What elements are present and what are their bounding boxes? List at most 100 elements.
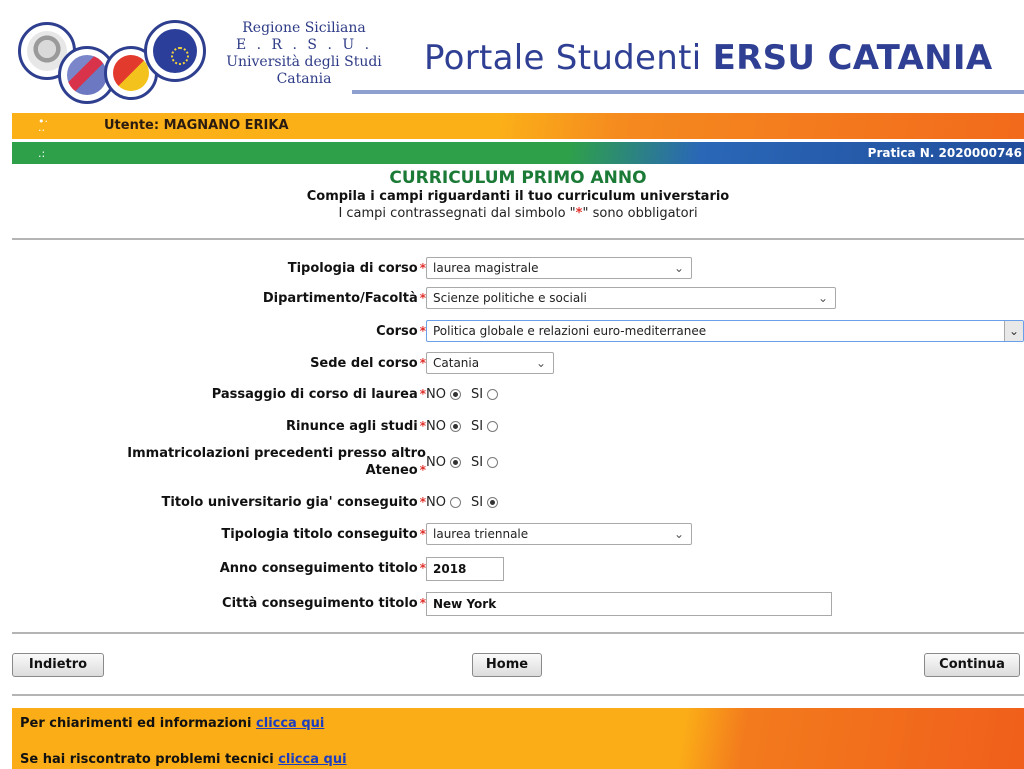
row-immatricolazioni: Immatricolazioni precedenti presso altro…: [12, 443, 1024, 481]
row-sede: Sede del corso * Catania ⌄: [12, 349, 1024, 377]
corso-select[interactable]: Politica globale e relazioni euro-medite…: [426, 320, 1024, 342]
radio-si-label: SI: [470, 454, 484, 470]
pratica-number: Pratica N. 2020000746: [867, 146, 1022, 160]
sede-select[interactable]: Catania ⌄: [426, 352, 554, 374]
label-text: Tipologia titolo conseguito: [221, 526, 418, 542]
label-text: Passaggio di corso di laurea: [211, 386, 418, 402]
row-citta-titolo: Città conseguimento titolo * New York: [12, 589, 1024, 617]
titolo-conseguito-radio-si[interactable]: [487, 496, 499, 508]
passaggio-radio-group: NO SI: [426, 383, 499, 405]
portal-title-prefix: Portale Studenti: [424, 38, 702, 78]
passaggio-radio-si[interactable]: [487, 388, 499, 400]
select-value: Catania: [433, 356, 480, 370]
divider: [12, 238, 1024, 240]
immatricolazioni-label: Immatricolazioni precedenti presso altro…: [66, 443, 426, 481]
radio-si-label: SI: [470, 418, 484, 434]
bar-dots-icon: .:: [38, 147, 46, 160]
immatricolazioni-radio-group: NO SI: [426, 451, 499, 473]
radio-no-label: NO: [426, 386, 446, 402]
divider: [12, 694, 1024, 696]
home-button[interactable]: Home: [472, 653, 542, 677]
row-corso: Corso * Politica globale e relazioni euro…: [12, 317, 1024, 345]
radio-no-label: NO: [426, 418, 446, 434]
dipartimento-select[interactable]: Scienze politiche e sociali ⌄: [426, 287, 836, 309]
passaggio-label: Passaggio di corso di laurea *: [212, 380, 426, 408]
dipartimento-label: Dipartimento/Facoltà *: [263, 284, 426, 312]
tipologia-titolo-label: Tipologia titolo conseguito *: [221, 520, 426, 548]
tech-link[interactable]: clicca qui: [278, 752, 346, 767]
tech-line: Se hai riscontrato problemi tecnici clic…: [20, 752, 347, 767]
rinunce-radio-no[interactable]: [449, 420, 461, 432]
titolo-conseguito-radio-group: NO SI: [426, 491, 499, 513]
page-footer: Per chiarimenti ed informazioni clicca q…: [12, 708, 1024, 769]
chevron-down-icon: ⌄: [535, 356, 546, 370]
rinunce-radio-si[interactable]: [487, 420, 499, 432]
passaggio-radio-no[interactable]: [449, 388, 461, 400]
institution-name: Regione Siciliana E . R . S . U . Univer…: [206, 20, 402, 88]
info-text: Per chiarimenti ed informazioni: [20, 716, 252, 731]
label-text: Dipartimento/Facoltà: [262, 290, 418, 306]
anno-titolo-label: Anno conseguimento titolo *: [220, 554, 426, 582]
select-value: Politica globale e relazioni euro-medite…: [433, 324, 707, 338]
radio-no-label: NO: [426, 494, 446, 510]
institution-line-2: E . R . S . U .: [235, 37, 373, 53]
row-tipologia-corso: Tipologia di corso * laurea magistrale ⌄: [12, 254, 1024, 282]
continue-button[interactable]: Continua: [924, 653, 1020, 677]
select-value: Scienze politiche e sociali: [433, 291, 587, 305]
immatricolazioni-radio-no[interactable]: [449, 456, 461, 468]
info-link[interactable]: clicca qui: [256, 716, 324, 731]
titolo-conseguito-radio-no[interactable]: [449, 496, 461, 508]
divider: [12, 632, 1024, 634]
rinunce-label: Rinunce agli studi *: [286, 412, 426, 440]
bar-dots-icon: •· ··: [38, 115, 48, 137]
tipologia-corso-label: Tipologia di corso *: [288, 254, 426, 282]
label-text-line-1: Immatricolazioni precedenti presso altro: [127, 445, 426, 461]
tech-text: Se hai riscontrato problemi tecnici: [20, 752, 274, 767]
chevron-down-icon: ⌄: [673, 527, 684, 541]
page-subtitle: Compila i campi riguardanti il tuo curri…: [306, 189, 730, 204]
back-button[interactable]: Indietro: [12, 653, 104, 677]
label-text: Anno conseguimento titolo: [219, 560, 418, 576]
radio-si-label: SI: [470, 494, 484, 510]
row-passaggio: Passaggio di corso di laurea * NO SI: [12, 380, 1024, 408]
portal-title-bold: ERSU CATANIA: [712, 38, 993, 78]
row-dipartimento: Dipartimento/Facoltà * Scienze politiche …: [12, 284, 1024, 312]
title-underline: [352, 90, 1024, 94]
tipologia-titolo-select[interactable]: laurea triennale ⌄: [426, 523, 692, 545]
radio-no-label: NO: [426, 454, 446, 470]
citta-titolo-input[interactable]: New York: [426, 592, 832, 616]
select-value: laurea magistrale: [433, 261, 539, 275]
titolo-conseguito-label: Titolo universitario gia' conseguito *: [162, 488, 427, 516]
required-note: I campi contrassegnati dal simbolo "*" s…: [12, 205, 1024, 222]
chevron-down-icon: ⌄: [1004, 321, 1023, 341]
label-text: Città conseguimento titolo: [222, 595, 418, 611]
radio-si-label: SI: [470, 386, 484, 402]
label-text: Rinunce agli studi: [285, 418, 418, 434]
row-rinunce: Rinunce agli studi * NO SI: [12, 412, 1024, 440]
chevron-down-icon: ⌄: [673, 261, 684, 275]
institution-line-3: Università degli Studi: [226, 54, 382, 70]
institution-line-1: Regione Siciliana: [242, 20, 366, 36]
portal-title: Portale Studenti ERSU CATANIA: [424, 38, 992, 78]
page-title: CURRICULUM PRIMO ANNO: [389, 168, 647, 188]
institution-line-4: Catania: [276, 71, 332, 87]
page-header: Regione Siciliana E . R . S . U . Univer…: [0, 0, 1024, 112]
row-anno-titolo: Anno conseguimento titolo * 2018: [12, 554, 1024, 582]
label-text: Corso: [376, 323, 418, 339]
immatricolazioni-radio-si[interactable]: [487, 456, 499, 468]
row-titolo-conseguito: Titolo universitario gia' conseguito * NO…: [12, 488, 1024, 516]
tipologia-corso-select[interactable]: laurea magistrale ⌄: [426, 257, 692, 279]
required-note-before: I campi contrassegnati dal simbolo ": [338, 206, 576, 221]
chevron-down-icon: ⌄: [817, 291, 828, 305]
select-value: laurea triennale: [433, 527, 529, 541]
corso-label: Corso *: [376, 317, 426, 345]
row-tipologia-titolo: Tipologia titolo conseguito * laurea trie…: [12, 520, 1024, 548]
user-bar: •· ·· Utente: MAGNANO ERIKA: [12, 113, 1024, 139]
form-heading: CURRICULUM PRIMO ANNO Compila i campi ri…: [12, 166, 1024, 222]
label-text: Titolo universitario gia' conseguito: [161, 494, 418, 510]
user-name: Utente: MAGNANO ERIKA: [104, 118, 289, 133]
label-text: Sede del corso: [310, 355, 418, 371]
anno-titolo-input[interactable]: 2018: [426, 557, 504, 581]
info-line: Per chiarimenti ed informazioni clicca q…: [20, 716, 324, 731]
label-text-line-2: Ateneo: [365, 462, 418, 478]
